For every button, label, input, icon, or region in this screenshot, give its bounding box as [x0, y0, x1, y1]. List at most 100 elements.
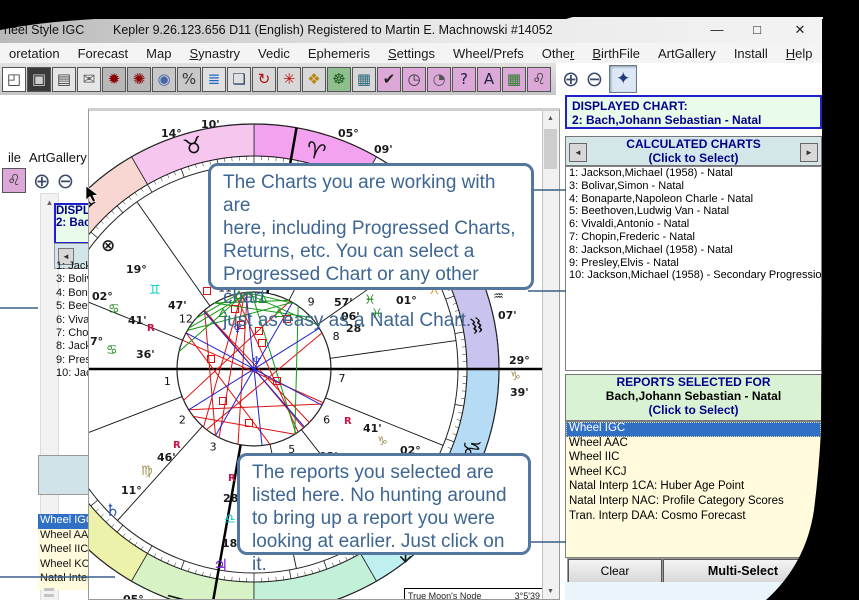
email-icon[interactable]: ✉: [77, 67, 101, 92]
list-item[interactable]: Natal Interp NAC: Profile Category Score…: [566, 495, 821, 510]
scroll-up-icon[interactable]: ▲: [543, 111, 558, 127]
scroll-right-icon[interactable]: ►: [800, 143, 818, 162]
list-item[interactable]: 5: Beethoven,Ludwig Van - Natal: [566, 205, 821, 218]
scrollbar-thumb[interactable]: [544, 129, 557, 169]
menu-item-help[interactable]: Help: [777, 46, 822, 61]
list-item[interactable]: 3: Bolivar,: [56, 273, 88, 286]
menu-item-ile[interactable]: ile: [8, 150, 21, 168]
left-displayed-chart-label: DISPLAY: [56, 205, 90, 217]
wheel-label: ⊗: [101, 236, 115, 256]
wheel-label: ♋: [108, 302, 120, 317]
menu-item-map[interactable]: Map: [137, 46, 180, 61]
list-item[interactable]: 8: Jackson: [56, 340, 88, 353]
list-item[interactable]: 6: Vivaldi,Antonio - Natal: [566, 218, 821, 231]
wheel-label: 41': [128, 314, 147, 327]
doc-question-icon[interactable]: ?: [452, 67, 476, 92]
list-item[interactable]: 7: Chopin,: [56, 327, 88, 340]
wheel-label: 05°: [123, 593, 144, 600]
zoom-out-icon[interactable]: ⊖: [57, 169, 75, 193]
dual-wheel-icon[interactable]: ◉: [152, 67, 176, 92]
rotate-icon[interactable]: ↻: [252, 67, 276, 92]
om-icon[interactable]: ☸: [327, 67, 351, 92]
wheel-label: ♋: [106, 343, 118, 358]
window-title: Kepler 9.26.123.656 D11 (English) Regist…: [113, 23, 553, 37]
clock-icon[interactable]: ◷: [402, 67, 426, 92]
callout-line: here, including Progressed Charts,: [223, 217, 519, 240]
chart-scrollbar[interactable]: ▲ ▼: [542, 111, 559, 600]
list-report-icon[interactable]: ≣: [202, 67, 226, 92]
time-pie-icon[interactable]: ◔: [427, 67, 451, 92]
calculated-charts-list[interactable]: 1: Jackson,Michael (1958) - Natal3: Boli…: [565, 166, 822, 371]
list-item[interactable]: Wheel KCJ: [566, 466, 821, 481]
list-item[interactable]: 7: Chopin,Frederic - Natal: [566, 231, 821, 244]
menu-item-ephemeris[interactable]: Ephemeris: [299, 46, 379, 61]
zoom-out-icon[interactable]: ⊖: [586, 67, 604, 91]
no-aspect-icon[interactable]: ✳: [277, 67, 301, 92]
menu-item-forecast[interactable]: Forecast: [69, 46, 138, 61]
wheel-chart-alt-icon[interactable]: ✺: [127, 67, 151, 92]
list-item[interactable]: 3: Bolivar,Simon - Natal: [566, 180, 821, 193]
list-item[interactable]: 10: Jackson,Michael (1958) - Secondary P…: [566, 269, 821, 282]
wheel-label: 10': [201, 118, 220, 131]
menu-item-synastry[interactable]: Synastry: [180, 46, 249, 61]
maximize-button[interactable]: □: [740, 17, 774, 43]
reports-selected-name: Bach,Johann Sebastian - Natal: [566, 389, 821, 403]
print-icon[interactable]: ▤: [52, 67, 76, 92]
calendar-icon[interactable]: ▦: [352, 67, 376, 92]
grid-report-icon[interactable]: ▦: [502, 67, 526, 92]
search-leo-icon[interactable]: ♌: [527, 67, 551, 92]
list-item[interactable]: 5: Beethov: [56, 300, 88, 313]
list-item[interactable]: 9: Presley,: [56, 354, 88, 367]
moon-node-value: 3°5'39: [515, 591, 540, 600]
list-item[interactable]: 9: Presley,Elvis - Natal: [566, 257, 821, 270]
list-item[interactable]: 4: Bonapa: [56, 287, 88, 300]
multi-select-button[interactable]: Multi-Select: [663, 559, 823, 583]
new-window-icon[interactable]: ◰: [2, 67, 26, 92]
list-item[interactable]: Natal Interp 1CA: Huber Age Point: [566, 480, 821, 495]
scrollbar-dash: [44, 588, 54, 591]
list-item[interactable]: 1: Jackson,Michael (1958) - Natal: [566, 167, 821, 180]
scroll-left-icon[interactable]: ◄: [569, 143, 587, 162]
clear-button[interactable]: Clear: [568, 559, 662, 583]
reports-selected-title: REPORTS SELECTED FOR: [566, 375, 821, 389]
list-item[interactable]: 1: Jackson: [56, 260, 88, 273]
close-button[interactable]: ✕: [783, 17, 817, 43]
menu-item-birthfile[interactable]: BirthFile: [583, 46, 649, 61]
check-icon[interactable]: ✔: [377, 67, 401, 92]
list-item[interactable]: Tran. Interp DAA: Cosmo Forecast: [566, 510, 821, 525]
list-item[interactable]: 8: Jackson,Michael (1958) - Natal: [566, 244, 821, 257]
menu-item-install[interactable]: Install: [725, 46, 777, 61]
minimize-button[interactable]: —: [700, 17, 734, 43]
menu-item-exit[interactable]: Exit: [822, 46, 859, 61]
zoom-in-icon[interactable]: ⊕: [562, 67, 580, 91]
menu-item-other[interactable]: Other: [533, 46, 584, 61]
save-icon[interactable]: ▣: [27, 67, 51, 92]
search-leo-icon[interactable]: ♌: [2, 168, 26, 193]
menu-item-artgallery[interactable]: ArtGallery: [649, 46, 725, 61]
list-item[interactable]: Wheel IIC: [566, 451, 821, 466]
documents-icon[interactable]: ❏: [227, 67, 251, 92]
menu-item-artgallery[interactable]: ArtGallery: [29, 150, 87, 168]
zoom-in-icon[interactable]: ⊕: [33, 169, 51, 193]
menu-item-oretation[interactable]: oretation: [0, 46, 69, 61]
toolbar: ◰▣▤✉✹✺◉%≣❏↻✳❖☸▦✔◷◔?A▦♌: [0, 63, 556, 95]
list-item[interactable]: Wheel IGC: [566, 422, 821, 437]
title-bar: heel Style IGC Kepler 9.26.123.656 D11 (…: [0, 17, 823, 43]
doc-text-icon[interactable]: A: [477, 67, 501, 92]
grid-wheel-icon[interactable]: ❖: [302, 67, 326, 92]
menu-item-vedic[interactable]: Vedic: [249, 46, 299, 61]
left-calculated-list[interactable]: 1: Jackson3: Bolivar,4: Bonapa5: Beethov…: [56, 260, 88, 380]
left-displayed-chart-box: DISPLAY 2: Bach,J: [54, 203, 90, 244]
list-item[interactable]: 6: Vivaldi,: [56, 314, 88, 327]
ratio-moon-icon[interactable]: %: [177, 67, 201, 92]
wheel-chart-icon[interactable]: ✹: [102, 67, 126, 92]
list-item[interactable]: Wheel AAC: [566, 437, 821, 452]
scroll-down-icon[interactable]: ▼: [543, 584, 558, 600]
callout-line: just as easy as a Natal Chart.: [223, 309, 519, 332]
list-item[interactable]: 10: Jackso: [56, 367, 88, 380]
reports-list[interactable]: Wheel IGCWheel AACWheel IICWheel KCJNata…: [565, 421, 822, 558]
pointer-star-icon[interactable]: ✦: [609, 65, 637, 93]
menu-item-settings[interactable]: Settings: [379, 46, 444, 61]
menu-item-wheelprefs[interactable]: Wheel/Prefs: [444, 46, 533, 61]
list-item[interactable]: 4: Bonaparte,Napoleon Charle - Natal: [566, 193, 821, 206]
